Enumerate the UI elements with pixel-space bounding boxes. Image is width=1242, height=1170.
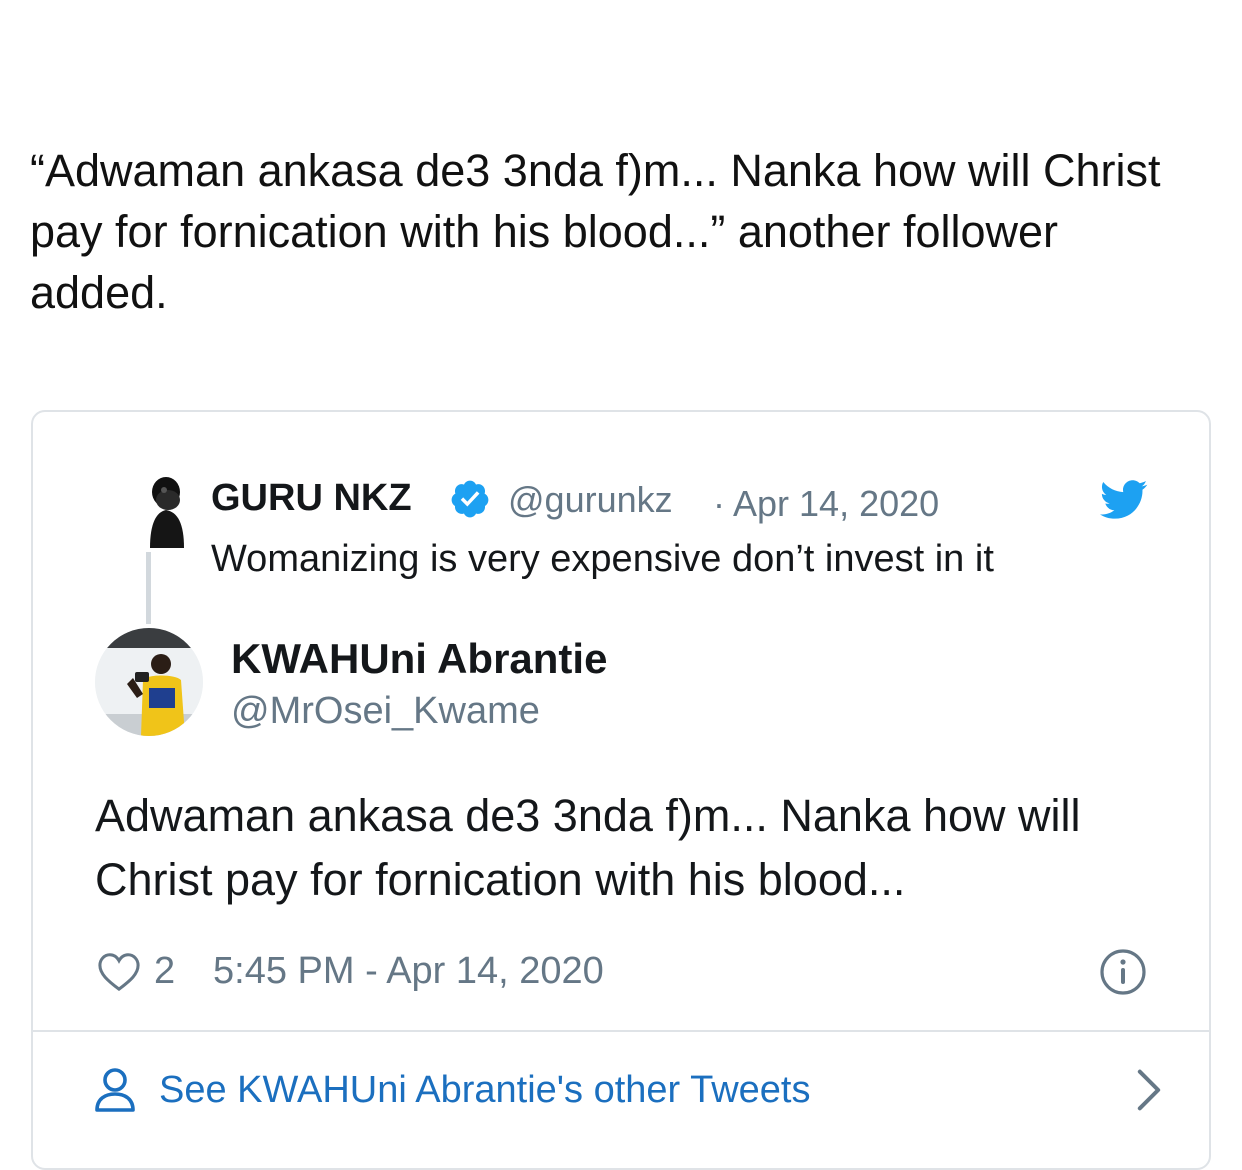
author-handle[interactable]: @MrOsei_Kwame: [231, 688, 540, 734]
twitter-bird-icon[interactable]: [1100, 480, 1148, 520]
verified-badge-icon: [451, 480, 489, 518]
author-avatar[interactable]: [95, 628, 203, 736]
author-name[interactable]: KWAHUni Abrantie: [231, 634, 607, 684]
person-icon: [95, 1068, 135, 1112]
parent-tweet-date[interactable]: · Apr 14, 2020: [713, 482, 939, 526]
see-other-tweets-label[interactable]: See KWAHUni Abrantie's other Tweets: [159, 1067, 810, 1113]
embedded-tweet-card[interactable]: GURU NKZ @gurunkz · Apr 14, 2020 Womaniz…: [31, 410, 1211, 1170]
article-paragraph: “Adwaman ankasa de3 3nda f)m... Nanka ho…: [30, 145, 1161, 318]
parent-tweet-text: Womanizing is very expensive don’t inves…: [211, 538, 994, 580]
parent-author-handle[interactable]: @gurunkz: [508, 478, 673, 522]
see-other-tweets-link[interactable]: See KWAHUni Abrantie's other Tweets: [93, 1060, 1163, 1120]
like-count[interactable]: 2: [154, 948, 175, 994]
card-divider: [33, 1030, 1209, 1032]
parent-avatar[interactable]: [144, 476, 186, 548]
heart-icon[interactable]: [96, 950, 142, 992]
tweet-text: Adwaman ankasa de3 3nda f)m... Nanka how…: [95, 790, 1081, 905]
chevron-right-icon[interactable]: [1135, 1068, 1163, 1112]
parent-author-name[interactable]: GURU NKZ: [211, 476, 412, 520]
info-icon[interactable]: [1099, 948, 1147, 996]
tweet-timestamp[interactable]: 5:45 PM - Apr 14, 2020: [213, 948, 604, 994]
thread-connector-line: [146, 552, 151, 624]
